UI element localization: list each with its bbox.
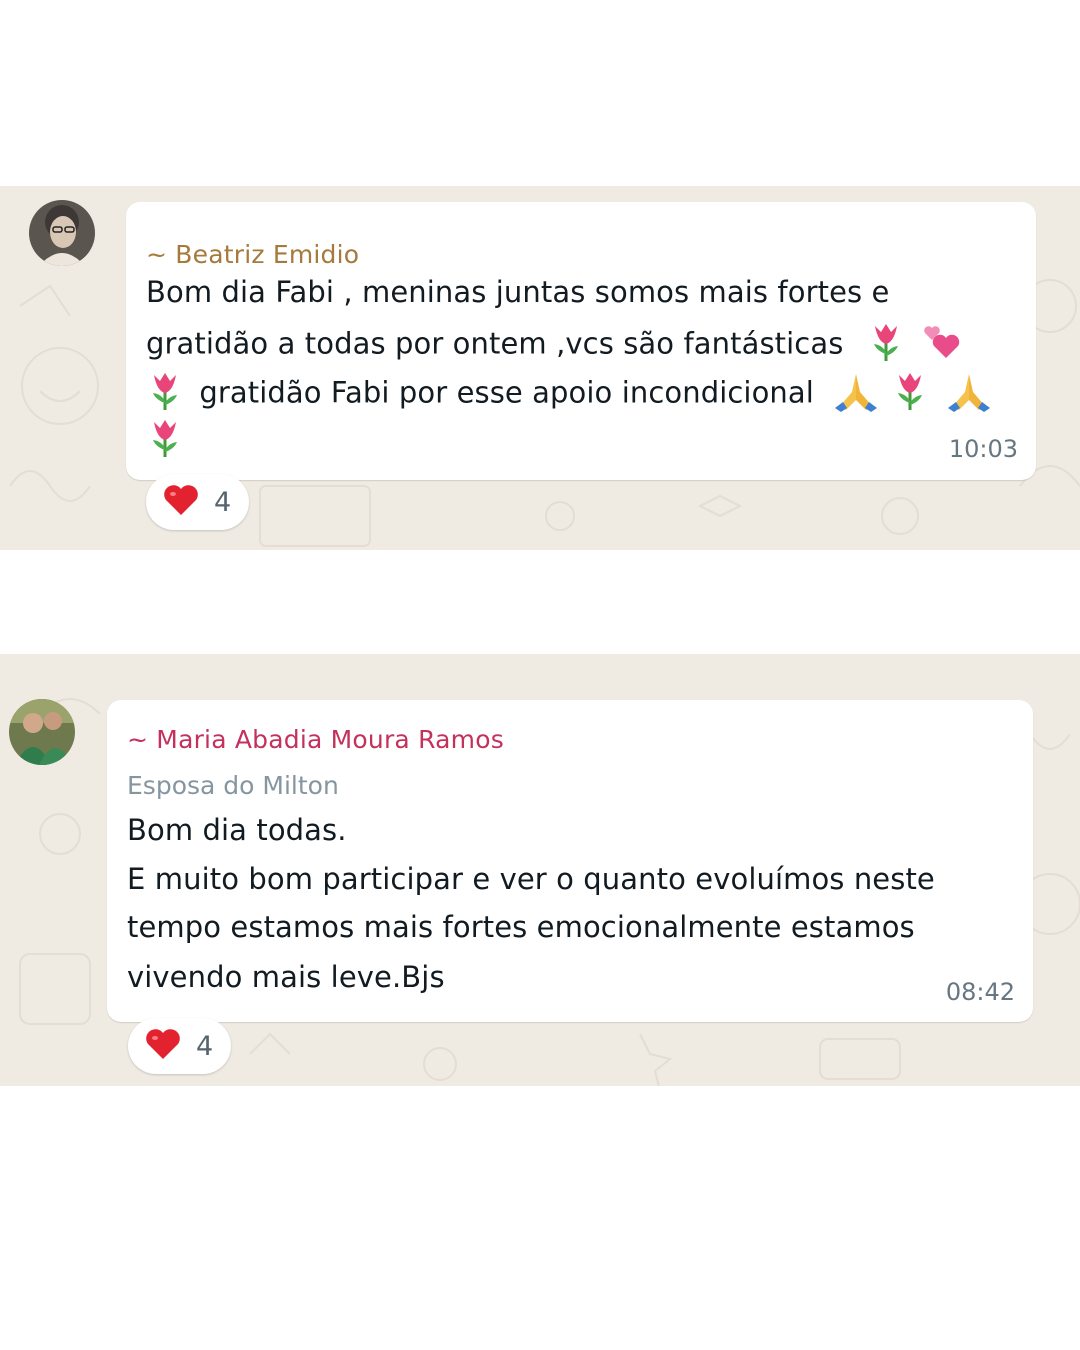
message-text: gratidão Fabi por esse apoio incondicion… [199,375,814,410]
message-text: Bom dia Fabi , meninas juntas somos mais… [146,275,890,309]
chat-panel-maria: ~ Maria Abadia Moura Ramos Esposa do Mil… [0,654,1080,1086]
revolving-hearts-icon [920,322,966,369]
tulip-icon [867,322,905,369]
reaction-pill[interactable]: 4 [128,1018,232,1074]
folded-hands-icon [833,370,879,419]
red-heart-icon [162,483,200,521]
sender-subtitle: Esposa do Milton [127,771,339,800]
sender-name[interactable]: ~ Beatriz Emidio [146,240,359,269]
tulip-icon [146,371,184,418]
message-line: Bom dia Fabi , meninas juntas somos mais… [146,275,890,309]
message-line [146,416,184,467]
avatar-maria[interactable] [9,699,75,765]
sender-name[interactable]: ~ Maria Abadia Moura Ramos [127,725,504,754]
message-timestamp: 08:42 [945,978,1015,1006]
message-line: Bom dia todas. [127,813,347,847]
message-bubble[interactable]: ~ Beatriz Emidio Bom dia Fabi , meninas … [126,202,1036,480]
message-line: E muito bom participar e ver o quanto ev… [127,862,935,896]
message-timestamp: 10:03 [948,435,1018,463]
message-bubble[interactable]: ~ Maria Abadia Moura Ramos Esposa do Mil… [107,700,1033,1022]
avatar-beatriz[interactable] [29,200,95,266]
reaction-pill[interactable]: 4 [146,474,250,530]
red-heart-icon [144,1027,182,1065]
message-line: gratidão Fabi por esse apoio incondicion… [146,370,992,419]
avatar-photo [9,699,75,765]
tulip-icon [891,371,929,418]
message-text: gratidão a todas por ontem ,vcs são fant… [146,326,844,361]
message-line: vivendo mais leve.Bjs [127,960,445,994]
folded-hands-icon [946,370,992,419]
tulip-icon [146,416,184,467]
reaction-count: 4 [214,486,232,518]
message-line: tempo estamos mais fortes emocionalmente… [127,910,915,944]
reaction-count: 4 [196,1030,214,1062]
avatar-photo [29,200,95,266]
message-line: gratidão a todas por ontem ,vcs são fant… [146,322,966,369]
chat-panel-beatriz: ~ Beatriz Emidio Bom dia Fabi , meninas … [0,186,1080,550]
